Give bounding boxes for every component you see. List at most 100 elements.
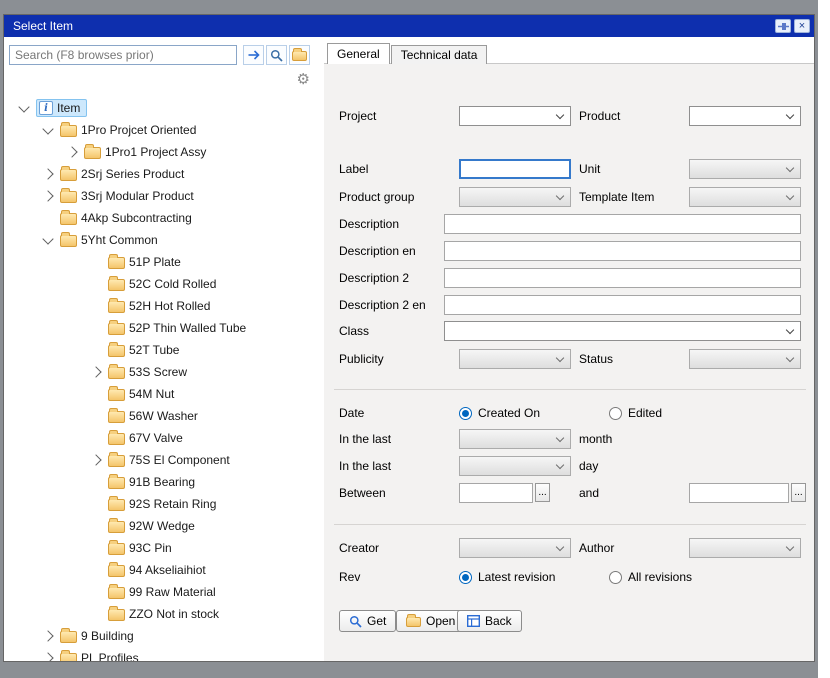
radio-icon: [609, 571, 622, 584]
window-title: Select Item: [13, 19, 73, 33]
in-the-last-month-combo[interactable]: [459, 429, 571, 449]
tree-item-9-building[interactable]: 9 Building: [4, 625, 324, 647]
pin-button[interactable]: [775, 19, 791, 33]
creator-label: Creator: [339, 538, 379, 558]
project-combo[interactable]: [459, 106, 571, 126]
browse-folder-button[interactable]: [289, 45, 310, 65]
expander-right-icon[interactable]: [64, 148, 80, 156]
back-button[interactable]: Back: [457, 610, 522, 632]
folder-icon: [60, 235, 77, 247]
radio-icon: [609, 407, 622, 420]
folder-icon: [60, 169, 77, 181]
tree-item-label: 1Pro Projcet Oriented: [81, 123, 196, 137]
between-to-browse-button[interactable]: ...: [791, 483, 806, 502]
tree-item-label: PL Profiles: [81, 651, 139, 661]
tree-item-75s-el-component[interactable]: 75S El Component: [4, 449, 324, 471]
author-combo[interactable]: [689, 538, 801, 558]
folder-icon: [60, 125, 77, 137]
publicity-label: Publicity: [339, 349, 384, 369]
latest-revision-radio[interactable]: Latest revision: [459, 567, 555, 587]
expander-down-icon[interactable]: [40, 238, 56, 243]
description-2-en-label: Description 2 en: [339, 295, 426, 315]
gear-icon[interactable]: ⚙: [297, 72, 310, 87]
expander-right-icon[interactable]: [40, 632, 56, 640]
tree-item-1pro-projcet-oriented[interactable]: 1Pro Projcet Oriented: [4, 119, 324, 141]
between-from-browse-button[interactable]: ...: [535, 483, 550, 502]
expander-down-icon[interactable]: [40, 128, 56, 133]
expander-right-icon[interactable]: [40, 654, 56, 661]
tree-item-label: 3Srj Modular Product: [81, 189, 194, 203]
folder-icon: [292, 51, 307, 61]
publicity-combo[interactable]: [459, 349, 571, 369]
tree-item-99-raw-material[interactable]: 99 Raw Material: [4, 581, 324, 603]
label-input[interactable]: [459, 159, 571, 179]
product-combo[interactable]: [689, 106, 801, 126]
tree-item-1pro1-project-assy[interactable]: 1Pro1 Project Assy: [4, 141, 324, 163]
tree-item-item[interactable]: Item: [4, 97, 324, 119]
tree-item-54m-nut[interactable]: 54M Nut: [4, 383, 324, 405]
expander-right-icon[interactable]: [40, 170, 56, 178]
unit-label: Unit: [579, 159, 600, 179]
tree-item-52h-hot-rolled[interactable]: 52H Hot Rolled: [4, 295, 324, 317]
expander-down-icon[interactable]: [16, 106, 32, 111]
tree-item-52c-cold-rolled[interactable]: 52C Cold Rolled: [4, 273, 324, 295]
close-button[interactable]: ×: [794, 19, 810, 33]
tree-item-94-akseliaihiot[interactable]: 94 Akseliaihiot: [4, 559, 324, 581]
tree-item-52p-thin-walled-tube[interactable]: 52P Thin Walled Tube: [4, 317, 324, 339]
in-the-last-day-combo[interactable]: [459, 456, 571, 476]
expander-right-icon[interactable]: [40, 192, 56, 200]
tree-item-label: ZZO Not in stock: [129, 607, 219, 621]
description-input[interactable]: [444, 214, 801, 234]
separator-2: [334, 524, 806, 525]
get-button[interactable]: Get: [339, 610, 396, 632]
tree-item-51p-plate[interactable]: 51P Plate: [4, 251, 324, 273]
tree-item-3srj-modular-product[interactable]: 3Srj Modular Product: [4, 185, 324, 207]
folder-icon: [108, 499, 125, 511]
between-to-input[interactable]: [689, 483, 789, 503]
tree-item-92s-retain-ring[interactable]: 92S Retain Ring: [4, 493, 324, 515]
folder-icon: [108, 477, 125, 489]
expander-right-icon[interactable]: [88, 368, 104, 376]
folder-icon: [108, 301, 125, 313]
search-button[interactable]: [266, 45, 287, 65]
class-label: Class: [339, 321, 369, 341]
in-the-last-month-label: In the last: [339, 429, 391, 449]
close-icon: ×: [799, 21, 805, 32]
created-on-radio[interactable]: Created On: [459, 403, 540, 423]
tree-item-zzo-not-in-stock[interactable]: ZZO Not in stock: [4, 603, 324, 625]
go-button[interactable]: [243, 45, 264, 65]
tree-item-53s-screw[interactable]: 53S Screw: [4, 361, 324, 383]
tree-item-93c-pin[interactable]: 93C Pin: [4, 537, 324, 559]
get-button-label: Get: [367, 614, 386, 628]
tree-item-5yht-common[interactable]: 5Yht Common: [4, 229, 324, 251]
author-label: Author: [579, 538, 614, 558]
description-2-input[interactable]: [444, 268, 801, 288]
between-from-input[interactable]: [459, 483, 533, 503]
unit-combo[interactable]: [689, 159, 801, 179]
class-combo[interactable]: [444, 321, 801, 341]
edited-radio[interactable]: Edited: [609, 403, 662, 423]
description-en-input[interactable]: [444, 241, 801, 261]
tree-item-pl-profiles[interactable]: PL Profiles: [4, 647, 324, 661]
product-group-combo[interactable]: [459, 187, 571, 207]
tree-item-52t-tube[interactable]: 52T Tube: [4, 339, 324, 361]
tree-item-56w-washer[interactable]: 56W Washer: [4, 405, 324, 427]
creator-combo[interactable]: [459, 538, 571, 558]
rev-label: Rev: [339, 567, 360, 587]
tree-item-label: 52C Cold Rolled: [129, 277, 216, 291]
template-item-combo[interactable]: [689, 187, 801, 207]
expander-right-icon[interactable]: [88, 456, 104, 464]
description-2-en-input[interactable]: [444, 295, 801, 315]
tree-item-label: 99 Raw Material: [129, 585, 216, 599]
tree-item-4akp-subcontracting[interactable]: 4Akp Subcontracting: [4, 207, 324, 229]
tree-item-67v-valve[interactable]: 67V Valve: [4, 427, 324, 449]
status-combo[interactable]: [689, 349, 801, 369]
tree-item-91b-bearing[interactable]: 91B Bearing: [4, 471, 324, 493]
title-bar[interactable]: Select Item ×: [4, 15, 814, 37]
tree-item-92w-wedge[interactable]: 92W Wedge: [4, 515, 324, 537]
search-input[interactable]: [9, 45, 237, 65]
tree-item-2srj-series-product[interactable]: 2Srj Series Product: [4, 163, 324, 185]
folder-icon: [108, 455, 125, 467]
all-revisions-radio[interactable]: All revisions: [609, 567, 692, 587]
open-button[interactable]: Open: [396, 610, 465, 632]
